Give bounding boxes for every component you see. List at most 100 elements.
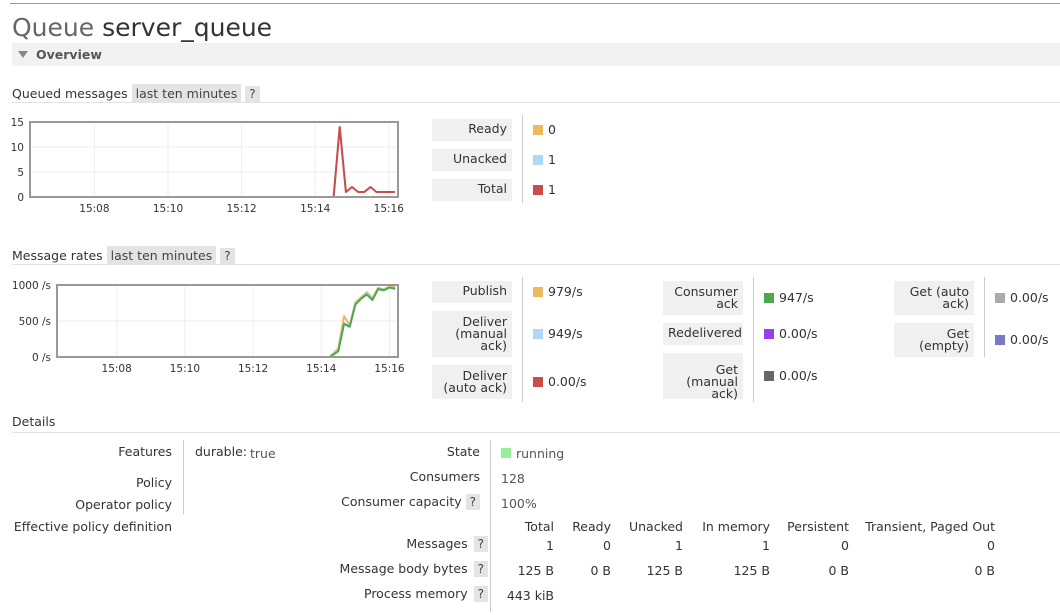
table-row-label: Messages bbox=[406, 536, 468, 551]
consumers-value: 128 bbox=[501, 471, 525, 486]
rates-get-manual-ack-label[interactable]: Get (manual ack) bbox=[663, 353, 743, 400]
x-tick-label: 15:10 bbox=[153, 203, 183, 215]
rates-deliver-manual-ack-swatch bbox=[533, 329, 543, 339]
table-row-help-button[interactable]: ? bbox=[473, 586, 488, 602]
table-row-help-button[interactable]: ? bbox=[473, 536, 488, 552]
rates-get-empty-label[interactable]: Get (empty) bbox=[894, 323, 974, 357]
features-key: durable: bbox=[195, 444, 247, 459]
features-value: true bbox=[250, 446, 276, 461]
queued-legend-unacked-swatch bbox=[533, 155, 543, 165]
consumer-capacity-label: Consumer capacity bbox=[341, 494, 462, 509]
y-tick-label: 5 bbox=[17, 167, 24, 179]
table-cell: 0 bbox=[603, 538, 611, 553]
x-tick-label: 15:10 bbox=[170, 363, 200, 375]
details-divider-right bbox=[490, 440, 491, 612]
queued-legend-ready-label[interactable]: Ready bbox=[432, 119, 512, 141]
table-cell: 1 bbox=[675, 538, 683, 553]
x-tick-label: 15:14 bbox=[300, 203, 331, 215]
queued-legend-ready-swatch bbox=[533, 125, 543, 135]
x-tick-label: 15:16 bbox=[374, 363, 405, 375]
rates-deliver-manual-ack-label[interactable]: Deliver (manual ack) bbox=[432, 311, 512, 357]
state-label: State bbox=[446, 444, 480, 459]
table-cell: 1 bbox=[546, 538, 554, 553]
consumer-capacity-value: 100% bbox=[501, 496, 537, 511]
queued-legend-ready-value: 0 bbox=[548, 122, 556, 137]
queued-messages-title: Queued messages bbox=[12, 86, 128, 101]
rates-get-auto-ack-value: 0.00/s bbox=[1010, 290, 1049, 305]
y-tick-label: 0 /s bbox=[32, 352, 51, 364]
details-title: Details bbox=[12, 414, 56, 429]
queued-range-selector[interactable]: last ten minutes bbox=[131, 84, 242, 103]
table-header: In memory bbox=[702, 519, 770, 534]
details-header: Details bbox=[12, 412, 1060, 433]
rates-deliver-auto-ack-value: 0.00/s bbox=[548, 374, 587, 389]
y-tick-label: 500 /s bbox=[19, 316, 51, 328]
state-value: running bbox=[516, 446, 565, 461]
table-header: Total bbox=[524, 519, 554, 534]
rates-divider-2 bbox=[753, 277, 754, 402]
x-tick-label: 15:08 bbox=[102, 363, 132, 375]
x-tick-label: 15:08 bbox=[79, 203, 109, 215]
rates-consumer-ack-label[interactable]: Consumer ack bbox=[663, 281, 743, 315]
rates-get-auto-ack-swatch bbox=[995, 293, 1005, 303]
table-row-help-button[interactable]: ? bbox=[473, 561, 488, 577]
rates-get-manual-ack-value: 0.00/s bbox=[779, 368, 818, 383]
queued-messages-header: Queued messages last ten minutes ? bbox=[12, 82, 1060, 103]
rates-deliver-auto-ack-label[interactable]: Deliver (auto ack) bbox=[432, 365, 512, 399]
queued-legend-total-value: 1 bbox=[548, 182, 556, 197]
rates-publish-value: 979/s bbox=[548, 284, 583, 299]
queued-help-button[interactable]: ? bbox=[245, 86, 260, 102]
x-tick-label: 15:16 bbox=[374, 203, 405, 215]
consumers-label: Consumers bbox=[409, 469, 480, 484]
table-cell: 0 B bbox=[590, 563, 611, 578]
table-row-label: Process memory bbox=[364, 586, 468, 601]
queued-messages-chart: 0 5 10 15 15:08 15:10 15:12 15:14 15:16 bbox=[10, 114, 405, 222]
message-rates-header: Message rates last ten minutes ? bbox=[12, 244, 1060, 265]
collapse-triangle-icon bbox=[18, 51, 28, 58]
queued-legend-divider bbox=[522, 115, 523, 203]
capacity-help-button[interactable]: ? bbox=[465, 494, 480, 510]
rates-divider-1 bbox=[522, 277, 523, 402]
y-tick-label: 15 bbox=[11, 117, 24, 129]
table-cell: 0 bbox=[841, 538, 849, 553]
message-rates-title: Message rates bbox=[12, 248, 103, 263]
table-cell: 125 B bbox=[646, 563, 683, 578]
table-cell: 0 B bbox=[974, 563, 995, 578]
x-tick-label: 15:12 bbox=[238, 363, 268, 375]
message-rates-chart-svg: 0 /s 500 /s 1000 /s 15:08 15:10 15:12 15:14 15:… bbox=[12, 280, 405, 375]
queued-legend-unacked-label[interactable]: Unacked bbox=[432, 149, 512, 171]
rates-deliver-auto-ack-swatch bbox=[533, 377, 543, 387]
page-title-prefix: Queue bbox=[12, 13, 95, 42]
rates-divider-3 bbox=[984, 277, 985, 357]
y-tick-label: 1000 /s bbox=[12, 280, 51, 292]
features-label: Features bbox=[118, 444, 172, 459]
table-row-label: Message body bytes bbox=[339, 561, 468, 576]
queued-messages-chart-svg: 0 5 10 15 15:08 15:10 15:12 15:14 15:16 bbox=[11, 117, 405, 215]
table-cell: 125 B bbox=[733, 563, 770, 578]
overview-section-header[interactable]: Overview bbox=[12, 43, 1060, 66]
state-running-swatch bbox=[501, 448, 511, 458]
table-cell: 0 bbox=[987, 538, 995, 553]
rates-get-empty-value: 0.00/s bbox=[1010, 332, 1049, 347]
rates-redelivered-label[interactable]: Redelivered bbox=[663, 323, 743, 345]
rates-consumer-ack-value: 947/s bbox=[779, 290, 814, 305]
operator-policy-label: Operator policy bbox=[75, 497, 172, 512]
table-header: Unacked bbox=[628, 519, 683, 534]
y-tick-label: 10 bbox=[11, 142, 24, 154]
rates-help-button[interactable]: ? bbox=[220, 248, 235, 264]
x-tick-label: 15:14 bbox=[306, 363, 337, 375]
overview-label: Overview bbox=[36, 47, 102, 62]
rates-get-manual-ack-swatch bbox=[764, 371, 774, 381]
top-border bbox=[10, 3, 1060, 4]
x-tick-label: 15:12 bbox=[226, 203, 256, 215]
page-title: Queue server_queue bbox=[12, 13, 272, 42]
message-rates-chart: 0 /s 500 /s 1000 /s 15:08 15:10 15:12 15:14 15:… bbox=[10, 278, 410, 381]
queued-legend-total-swatch bbox=[533, 185, 543, 195]
queued-legend-total-label[interactable]: Total bbox=[432, 179, 512, 201]
rates-redelivered-swatch bbox=[764, 329, 774, 339]
rates-publish-label[interactable]: Publish bbox=[432, 281, 512, 303]
rates-get-auto-ack-label[interactable]: Get (auto ack) bbox=[894, 281, 974, 315]
table-cell: 0 B bbox=[828, 563, 849, 578]
table-header: Ready bbox=[572, 519, 611, 534]
rates-range-selector[interactable]: last ten minutes bbox=[106, 246, 217, 265]
